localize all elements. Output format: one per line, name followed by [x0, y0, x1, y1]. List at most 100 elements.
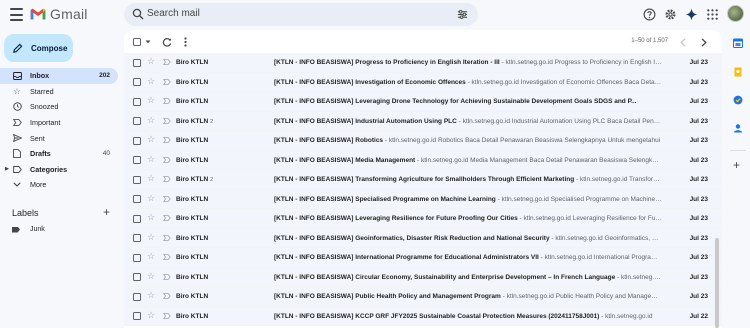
email-row[interactable]: ☆ Biro KTLN [KTLN - INFO BEASISWA] Geoinfo… — [124, 228, 722, 248]
gmail-logo[interactable]: Gmail — [30, 6, 88, 22]
calendar-icon[interactable] — [733, 38, 743, 48]
tasks-icon[interactable] — [733, 95, 743, 105]
email-row[interactable]: ☆ Biro KTLN [KTLN - INFO BEASISWA] Investi… — [124, 72, 722, 92]
add-addon-icon[interactable]: + — [733, 159, 740, 171]
email-row[interactable]: ☆ Biro KTLN 2 [KTLN - INFO BEASISWA] Transf… — [124, 170, 722, 190]
important-marker-icon[interactable] — [163, 117, 171, 124]
email-subject: [KTLN - INFO BEASISWA] Media Management — [274, 156, 416, 164]
important-marker-icon[interactable] — [163, 156, 171, 163]
contacts-icon[interactable] — [733, 123, 743, 133]
sender: Biro KTLN — [176, 254, 210, 261]
sidebar-item-more[interactable]: More — [0, 177, 118, 193]
important-marker-icon[interactable] — [163, 137, 171, 143]
important-marker-icon[interactable] — [163, 78, 171, 85]
more-options-icon[interactable] — [184, 37, 187, 47]
row-checkbox[interactable] — [133, 253, 141, 262]
star-icon[interactable]: ☆ — [147, 251, 155, 262]
email-row[interactable]: ☆ Biro KTLN [KTLN - INFO BEASISWA] Public … — [124, 287, 722, 307]
important-marker-icon[interactable] — [163, 176, 171, 182]
sidebar-item-inbox[interactable]: Inbox 202 — [0, 68, 118, 84]
search-options-icon[interactable] — [457, 9, 468, 20]
help-icon[interactable] — [643, 8, 656, 21]
email-row[interactable]: ☆ Biro KTLN [KTLN - INFO BEASISWA] Circula… — [124, 267, 722, 287]
row-checkbox[interactable] — [133, 312, 141, 320]
hamburger-menu-icon[interactable] — [10, 8, 23, 21]
star-icon[interactable]: ☆ — [147, 134, 155, 145]
sidebar-item-sent[interactable]: Sent — [0, 130, 118, 146]
select-dropdown-icon[interactable] — [145, 40, 151, 44]
sidebar-label-junk[interactable]: Junk — [12, 226, 45, 233]
star-icon[interactable]: ☆ — [147, 173, 155, 184]
star-icon[interactable]: ☆ — [147, 232, 155, 243]
row-checkbox[interactable] — [133, 117, 141, 125]
refresh-icon[interactable] — [162, 37, 172, 47]
important-marker-icon[interactable] — [163, 312, 171, 319]
star-icon[interactable]: ☆ — [147, 154, 155, 165]
star-icon[interactable]: ☆ — [147, 271, 155, 282]
row-checkbox[interactable] — [133, 97, 141, 106]
add-label-icon[interactable]: + — [103, 205, 110, 219]
sidebar-item-starred[interactable]: ☆ Starred — [0, 84, 118, 100]
sender-name: Biro KTLN — [176, 195, 209, 203]
star-icon[interactable]: ☆ — [147, 76, 155, 87]
gear-icon[interactable] — [664, 8, 677, 21]
search-bar[interactable]: Search mail — [124, 3, 478, 26]
select-all-checkbox[interactable] — [133, 38, 141, 46]
sidebar-item-important[interactable]: Important — [0, 115, 118, 131]
important-marker-icon[interactable] — [163, 293, 171, 299]
expand-arrow-icon[interactable]: ▶ — [5, 166, 9, 172]
important-marker-icon[interactable] — [163, 59, 171, 65]
compose-button[interactable]: Compose — [4, 34, 73, 62]
row-checkbox[interactable] — [133, 195, 141, 203]
search-input[interactable]: Search mail — [147, 8, 200, 19]
search-icon[interactable] — [132, 8, 144, 20]
important-marker-icon[interactable] — [163, 234, 171, 241]
email-snippet: - ktln.setneg.go.id Leveraging Resilienc… — [517, 215, 662, 222]
apps-grid-icon[interactable] — [706, 8, 719, 21]
account-avatar[interactable] — [727, 5, 744, 22]
row-checkbox[interactable] — [133, 292, 141, 301]
row-checkbox[interactable] — [133, 234, 141, 242]
mail-list-panel: 1–50 of 1,507 ☆ Biro KTLN [KTLN - INFO BEA… — [124, 30, 722, 328]
star-icon[interactable]: ☆ — [147, 212, 155, 223]
star-icon[interactable]: ☆ — [147, 310, 155, 321]
email-row[interactable]: ☆ Biro KTLN [KTLN - INFO BEASISWA] Progres… — [124, 53, 722, 73]
star-icon[interactable]: ☆ — [147, 56, 155, 67]
email-row[interactable]: ☆ Biro KTLN [KTLN - INFO BEASISWA] Leverag… — [124, 92, 722, 112]
sidebar-item-categories[interactable]: ▶ Categories — [0, 162, 118, 178]
row-checkbox[interactable] — [133, 175, 141, 184]
sidebar-item-label: Drafts — [30, 149, 51, 159]
scrollbar-thumb[interactable] — [715, 238, 719, 328]
important-marker-icon[interactable] — [163, 98, 171, 104]
sparkle-icon[interactable] — [685, 8, 698, 21]
email-row[interactable]: ☆ Biro KTLN [KTLN - INFO BEASISWA] Media M… — [124, 150, 722, 170]
row-checkbox[interactable] — [133, 78, 141, 86]
important-marker-icon[interactable] — [163, 195, 171, 202]
star-icon[interactable]: ☆ — [147, 115, 155, 126]
email-date: Jul 23 — [689, 293, 708, 300]
row-checkbox[interactable] — [133, 273, 141, 281]
star-icon[interactable]: ☆ — [147, 95, 155, 106]
row-checkbox[interactable] — [133, 58, 141, 67]
email-row[interactable]: ☆ Biro KTLN [KTLN - INFO BEASISWA] Interna… — [124, 248, 722, 268]
email-row[interactable]: ☆ Biro KTLN [KTLN - INFO BEASISWA] Robotic… — [124, 131, 722, 151]
email-row[interactable]: ☆ Biro KTLN [KTLN - INFO BEASISWA] Leverag… — [124, 209, 722, 229]
chevron-left-icon[interactable] — [680, 38, 686, 47]
email-row[interactable]: ☆ Biro KTLN 2 [KTLN - INFO BEASISWA] Indust… — [124, 111, 722, 131]
row-checkbox[interactable] — [133, 136, 141, 145]
important-marker-icon[interactable] — [163, 215, 171, 221]
star-icon[interactable]: ☆ — [147, 193, 155, 204]
email-preview: [KTLN - INFO BEASISWA] Media Management … — [274, 157, 662, 164]
email-snippet: - ktln.setneg.go.id — [599, 312, 653, 320]
sidebar-item-snoozed[interactable]: Snoozed — [0, 99, 118, 115]
important-marker-icon[interactable] — [163, 273, 171, 280]
email-row[interactable]: ☆ Biro KTLN [KTLN - INFO BEASISWA] Special… — [124, 189, 722, 209]
row-checkbox[interactable] — [133, 214, 141, 223]
keep-icon[interactable] — [733, 67, 743, 77]
star-icon[interactable]: ☆ — [147, 290, 155, 301]
sidebar-item-drafts[interactable]: Drafts 40 — [0, 146, 118, 162]
important-marker-icon[interactable] — [163, 254, 171, 260]
chevron-right-icon[interactable] — [701, 38, 707, 47]
email-row[interactable]: ☆ Biro KTLN [KTLN - INFO BEASISWA] KCCP GR… — [124, 306, 722, 326]
row-checkbox[interactable] — [133, 156, 141, 164]
